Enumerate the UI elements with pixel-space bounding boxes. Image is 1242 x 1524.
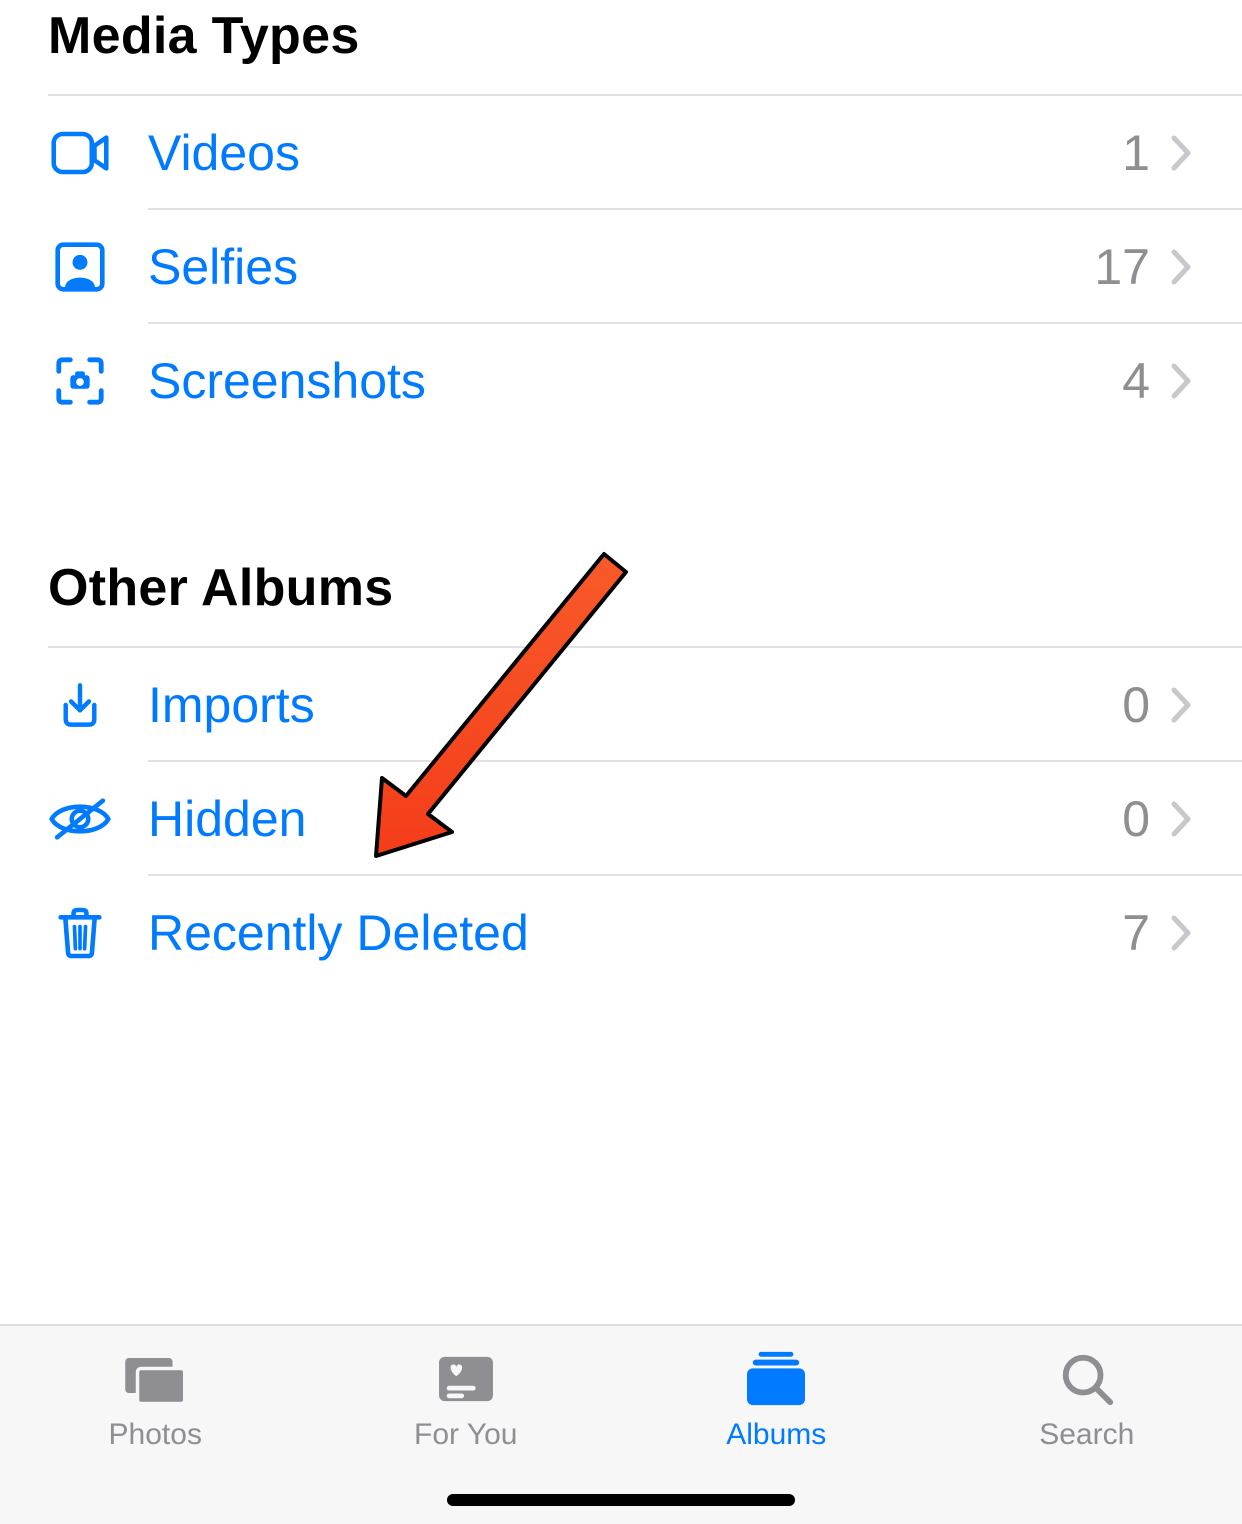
tab-photos[interactable]: Photos — [0, 1326, 311, 1524]
section-title-other-albums: Other Albums — [0, 558, 1242, 646]
chevron-right-icon — [1168, 683, 1194, 727]
screenshot-icon — [48, 349, 112, 413]
row-videos[interactable]: Videos 1 — [0, 96, 1242, 210]
trash-icon — [48, 901, 112, 965]
row-label: Recently Deleted — [148, 904, 1122, 962]
albums-screen: Media Types Videos 1 Selfies 17 — [0, 0, 1242, 990]
tab-label: Photos — [109, 1418, 202, 1452]
tab-label: Albums — [726, 1418, 826, 1452]
row-count: 1 — [1122, 124, 1150, 182]
spacer — [0, 438, 1242, 558]
row-recently-deleted[interactable]: Recently Deleted 7 — [0, 876, 1242, 990]
section-title-media-types: Media Types — [0, 6, 1242, 94]
video-icon — [48, 121, 112, 185]
chevron-right-icon — [1168, 359, 1194, 403]
row-screenshots[interactable]: Screenshots 4 — [0, 324, 1242, 438]
tab-bar: Photos For You Albums — [0, 1324, 1242, 1524]
chevron-right-icon — [1168, 911, 1194, 955]
albums-tab-icon — [741, 1352, 811, 1406]
home-indicator[interactable] — [447, 1494, 795, 1506]
hidden-icon — [48, 787, 112, 851]
tab-label: Search — [1039, 1418, 1134, 1452]
row-count: 0 — [1122, 676, 1150, 734]
row-count: 4 — [1122, 352, 1150, 410]
row-selfies[interactable]: Selfies 17 — [0, 210, 1242, 324]
row-label: Selfies — [148, 238, 1094, 296]
chevron-right-icon — [1168, 131, 1194, 175]
selfie-icon — [48, 235, 112, 299]
search-tab-icon — [1052, 1352, 1122, 1406]
row-count: 7 — [1122, 904, 1150, 962]
tab-label: For You — [414, 1418, 517, 1452]
row-count: 0 — [1122, 790, 1150, 848]
photos-tab-icon — [120, 1352, 190, 1406]
row-label: Videos — [148, 124, 1122, 182]
row-hidden[interactable]: Hidden 0 — [0, 762, 1242, 876]
row-label: Imports — [148, 676, 1122, 734]
foryou-tab-icon — [431, 1352, 501, 1406]
import-icon — [48, 673, 112, 737]
row-count: 17 — [1094, 238, 1150, 296]
row-imports[interactable]: Imports 0 — [0, 648, 1242, 762]
chevron-right-icon — [1168, 797, 1194, 841]
tab-search[interactable]: Search — [932, 1326, 1242, 1524]
row-label: Hidden — [148, 790, 1122, 848]
chevron-right-icon — [1168, 245, 1194, 289]
row-label: Screenshots — [148, 352, 1122, 410]
